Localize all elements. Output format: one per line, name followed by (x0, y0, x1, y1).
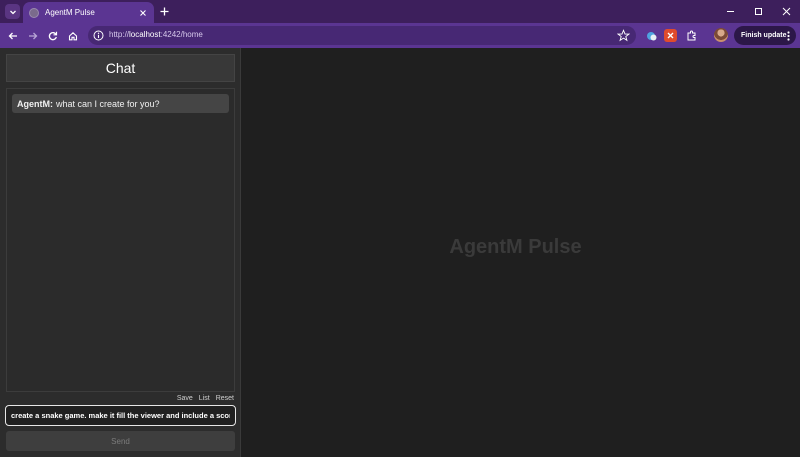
globe-icon (29, 7, 39, 18)
url-scheme: http:// (109, 30, 130, 39)
minimize-icon (726, 11, 734, 12)
message-sender: AgentM: (17, 98, 53, 109)
maximize-button[interactable] (744, 0, 772, 23)
window-controls (716, 0, 800, 23)
arrow-right-icon (28, 32, 37, 39)
chat-title: Chat (6, 54, 235, 82)
send-button[interactable]: Send (6, 431, 235, 451)
list-link[interactable]: List (199, 395, 210, 402)
viewer-panel: AgentM Pulse (241, 48, 800, 457)
chevron-down-icon (9, 10, 16, 14)
minimize-button[interactable] (716, 0, 744, 23)
reset-link[interactable]: Reset (216, 395, 234, 402)
chat-actions: Save List Reset (177, 395, 234, 402)
url-text[interactable]: http://localhost:4242/home (109, 30, 203, 39)
address-bar[interactable]: http://localhost:4242/home (88, 26, 636, 45)
extension-red-icon[interactable] (664, 29, 677, 42)
maximize-icon (754, 8, 762, 15)
close-window-button[interactable] (772, 0, 800, 23)
tab-strip: AgentM Pulse (0, 0, 800, 23)
reload-button[interactable] (44, 27, 61, 44)
more-vert-icon (787, 31, 790, 41)
tab-search-button[interactable] (5, 4, 20, 19)
reload-icon (48, 31, 57, 40)
close-icon[interactable] (138, 8, 148, 18)
star-icon[interactable] (617, 29, 630, 42)
tab-agentm-pulse[interactable]: AgentM Pulse (23, 2, 154, 23)
finish-update-label: Finish update (741, 32, 787, 39)
browser-toolbar: http://localhost:4242/home Finish update (0, 23, 800, 48)
viewer-placeholder-title: AgentM Pulse (449, 236, 582, 258)
close-icon (782, 7, 790, 16)
tab-title: AgentM Pulse (45, 8, 95, 17)
home-icon (68, 31, 77, 40)
page-content: Chat AgentM: what can I create for you? … (0, 48, 800, 457)
message-text: what can I create for you? (56, 98, 160, 109)
info-icon[interactable] (93, 30, 104, 41)
home-button[interactable] (64, 27, 81, 44)
chat-panel: Chat AgentM: what can I create for you? … (0, 48, 241, 457)
prompt-input[interactable] (5, 405, 236, 426)
profile-avatar[interactable] (714, 28, 728, 42)
arrow-left-icon (8, 32, 17, 39)
save-link[interactable]: Save (177, 395, 193, 402)
extensions-puzzle-icon[interactable] (685, 29, 698, 42)
finish-update-button[interactable]: Finish update (734, 26, 796, 45)
message-list[interactable]: AgentM: what can I create for you? (6, 88, 235, 392)
new-tab-button[interactable] (157, 4, 172, 19)
chat-message: AgentM: what can I create for you? (12, 94, 229, 113)
extension-weather-icon[interactable] (645, 29, 658, 42)
plus-icon (160, 7, 169, 16)
url-path: :4242/home (160, 30, 203, 39)
url-host: localhost (129, 30, 161, 39)
back-button[interactable] (4, 27, 21, 44)
forward-button[interactable] (24, 27, 41, 44)
